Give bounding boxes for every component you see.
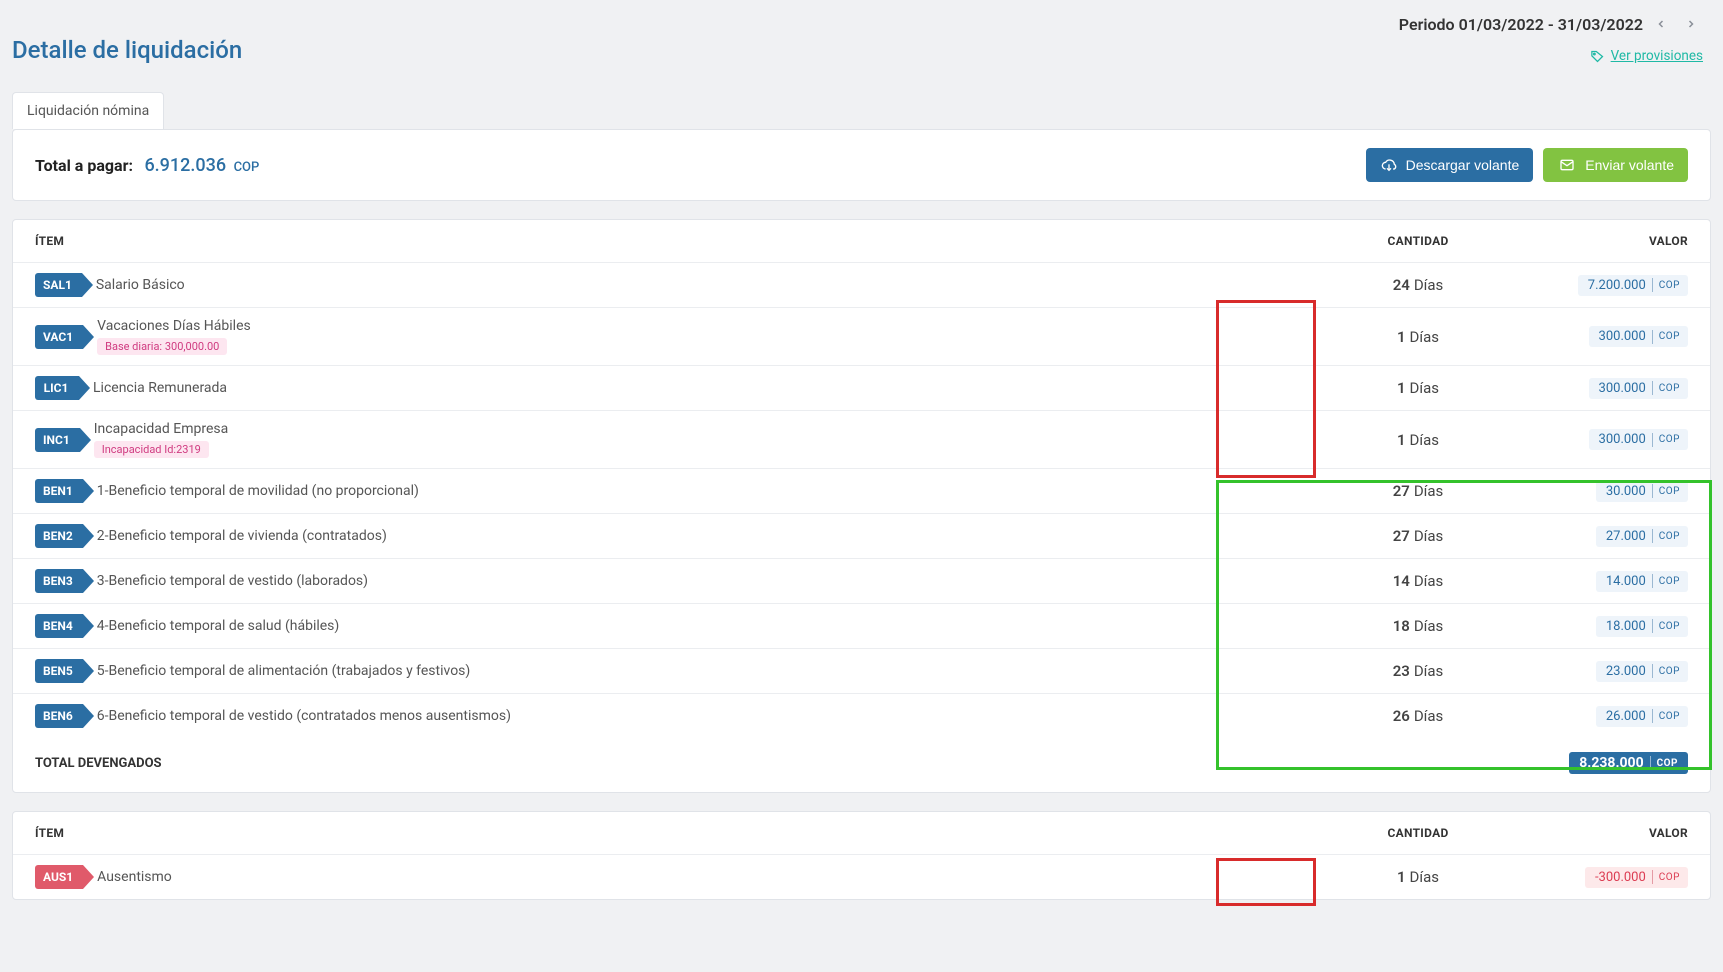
item-value: 27.000COP xyxy=(1596,526,1688,547)
total-pagar-label: Total a pagar: xyxy=(35,156,133,175)
item-sub-pill: Base diaria: 300,000.00 xyxy=(97,338,227,355)
item-description: Licencia Remunerada xyxy=(93,380,227,396)
period-next-button[interactable] xyxy=(1679,12,1703,36)
table-row: BEN2 2-Beneficio temporal de vivienda (co… xyxy=(13,514,1710,559)
item-code-tag: BEN3 xyxy=(35,569,83,593)
item-quantity: 14Días xyxy=(1328,572,1508,590)
item-value: 26.000COP xyxy=(1596,706,1688,727)
item-description: 5-Beneficio temporal de alimentación (tr… xyxy=(97,663,471,679)
item-description: 4-Beneficio temporal de salud (hábiles) xyxy=(97,618,340,634)
item-quantity: 27Días xyxy=(1328,482,1508,500)
item-description: Ausentismo xyxy=(97,869,172,885)
devengados-section: ÍTEM CANTIDAD VALOR SAL1 Salario Básico 24… xyxy=(12,219,1711,793)
page-title: Detalle de liquidación xyxy=(12,36,242,64)
item-description: 3-Beneficio temporal de vestido (laborad… xyxy=(97,573,368,589)
send-volante-label: Enviar volante xyxy=(1585,157,1674,173)
item-code-tag: BEN1 xyxy=(35,479,83,503)
col-cantidad: CANTIDAD xyxy=(1328,234,1508,248)
item-code-tag: SAL1 xyxy=(35,273,82,297)
item-description: 1-Beneficio temporal de movilidad (no pr… xyxy=(97,483,419,499)
total-pagar-amount: 6.912.036 xyxy=(144,155,226,176)
item-value: 23.000COP xyxy=(1596,661,1688,682)
col-valor: VALOR xyxy=(1508,826,1688,840)
item-code-tag: BEN6 xyxy=(35,704,83,728)
chevron-right-icon xyxy=(1685,18,1697,30)
col-item: ÍTEM xyxy=(35,234,1328,248)
period-label: Periodo 01/03/2022 - 31/03/2022 xyxy=(1399,15,1643,34)
table-row: AUS1 Ausentismo 1Días -300.000COP xyxy=(13,855,1710,899)
item-sub-pill: Incapacidad Id:2319 xyxy=(94,441,209,458)
item-code-tag: BEN5 xyxy=(35,659,83,683)
table-row: BEN1 1-Beneficio temporal de movilidad (n… xyxy=(13,469,1710,514)
item-description: 6-Beneficio temporal de vestido (contrat… xyxy=(97,708,511,724)
download-cloud-icon xyxy=(1380,157,1398,173)
item-value: 18.000COP xyxy=(1596,616,1688,637)
deducciones-section: ÍTEM CANTIDAD VALOR AUS1 Ausentismo 1Días -… xyxy=(12,811,1711,900)
item-value: 30.000COP xyxy=(1596,481,1688,502)
item-description: 2-Beneficio temporal de vivienda (contra… xyxy=(97,528,387,544)
item-value: 7.200.000COP xyxy=(1578,275,1688,296)
table-row: BEN4 4-Beneficio temporal de salud (hábil… xyxy=(13,604,1710,649)
table-row: SAL1 Salario Básico 24Días 7.200.000COP xyxy=(13,263,1710,308)
item-value: 300.000COP xyxy=(1589,326,1688,347)
chevron-left-icon xyxy=(1655,18,1667,30)
table-row: LIC1 Licencia Remunerada 1Días 300.000COP xyxy=(13,366,1710,411)
item-quantity: 18Días xyxy=(1328,617,1508,635)
total-devengados-label: TOTAL DEVENGADOS xyxy=(35,756,1328,771)
download-volante-label: Descargar volante xyxy=(1406,157,1520,173)
total-pagar-currency: COP xyxy=(234,160,260,175)
item-value: 300.000COP xyxy=(1589,429,1688,450)
item-code-tag: BEN4 xyxy=(35,614,83,638)
item-quantity: 23Días xyxy=(1328,662,1508,680)
table-row: INC1 Incapacidad Empresa Incapacidad Id:23… xyxy=(13,411,1710,469)
item-code-tag: AUS1 xyxy=(35,865,83,889)
item-code-tag: BEN2 xyxy=(35,524,83,548)
send-volante-button[interactable]: Enviar volante xyxy=(1543,148,1688,182)
item-quantity: 1Días xyxy=(1328,868,1508,886)
item-description: Salario Básico xyxy=(96,277,185,293)
item-code-tag: LIC1 xyxy=(35,376,79,400)
item-value: 300.000COP xyxy=(1589,378,1688,399)
table-row: BEN6 6-Beneficio temporal de vestido (con… xyxy=(13,694,1710,738)
mail-icon xyxy=(1557,157,1577,173)
item-quantity: 26Días xyxy=(1328,707,1508,725)
item-description: Vacaciones Días Hábiles xyxy=(97,318,251,334)
period-prev-button[interactable] xyxy=(1649,12,1673,36)
item-quantity: 27Días xyxy=(1328,527,1508,545)
total-devengados-value: 8.238.000COP xyxy=(1569,752,1688,774)
item-code-tag: VAC1 xyxy=(35,325,83,349)
table-row: BEN5 5-Beneficio temporal de alimentación… xyxy=(13,649,1710,694)
item-quantity: 1Días xyxy=(1328,328,1508,346)
col-item: ÍTEM xyxy=(35,826,1328,840)
item-quantity: 1Días xyxy=(1328,379,1508,397)
item-value: 14.000COP xyxy=(1596,571,1688,592)
item-value: -300.000COP xyxy=(1585,867,1688,888)
ver-provisiones-link[interactable]: Ver provisiones xyxy=(1611,48,1703,64)
table-row: BEN3 3-Beneficio temporal de vestido (lab… xyxy=(13,559,1710,604)
item-code-tag: INC1 xyxy=(35,428,80,452)
table-row: VAC1 Vacaciones Días Hábiles Base diaria: … xyxy=(13,308,1710,366)
col-valor: VALOR xyxy=(1508,234,1688,248)
item-quantity: 24Días xyxy=(1328,276,1508,294)
item-quantity: 1Días xyxy=(1328,431,1508,449)
item-description: Incapacidad Empresa xyxy=(94,421,229,437)
tag-icon xyxy=(1590,49,1605,64)
col-cantidad: CANTIDAD xyxy=(1328,826,1508,840)
tab-liquidacion-nomina[interactable]: Liquidación nómina xyxy=(12,92,164,129)
download-volante-button[interactable]: Descargar volante xyxy=(1366,148,1534,182)
